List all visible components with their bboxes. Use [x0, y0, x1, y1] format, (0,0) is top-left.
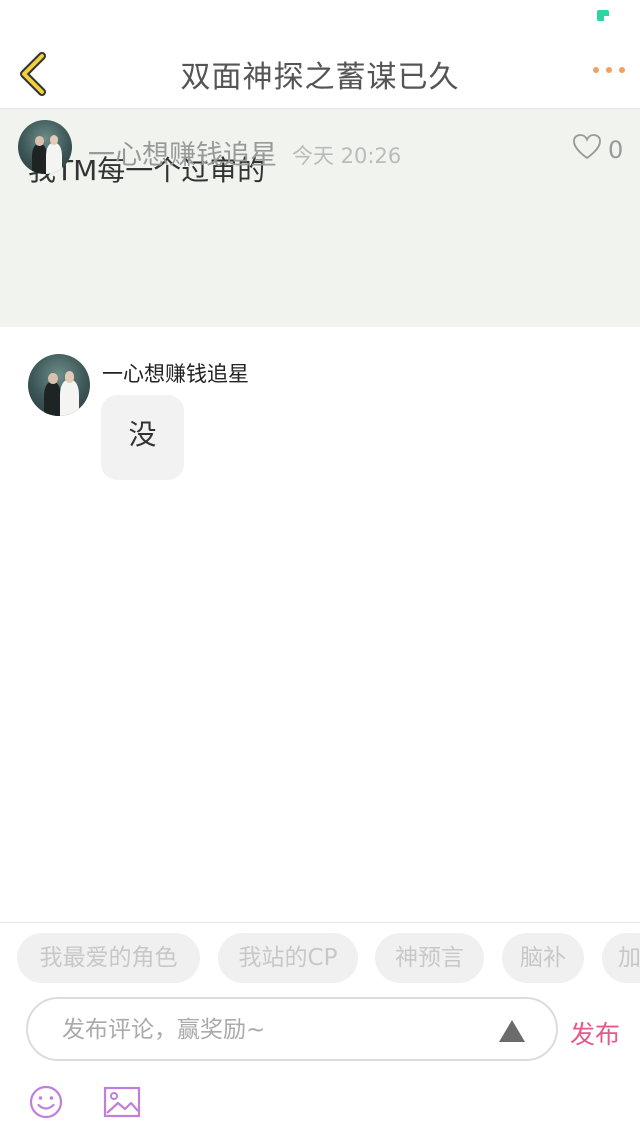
heart-icon[interactable]	[572, 133, 602, 161]
tag-chip[interactable]: 我最爱的角色	[17, 933, 200, 983]
status-indicator	[597, 10, 609, 21]
avatar[interactable]	[18, 120, 72, 174]
more-dots-icon	[593, 67, 625, 73]
tag-chip[interactable]: 脑补	[502, 933, 584, 983]
comment-author-name[interactable]: 一心想赚钱追星	[102, 358, 249, 388]
image-icon[interactable]	[103, 1086, 141, 1118]
like-count: 0	[608, 136, 624, 164]
avatar[interactable]	[28, 354, 90, 416]
divider	[0, 922, 640, 923]
comment-bubble: 没	[101, 395, 184, 480]
comment-input-box[interactable]	[26, 997, 558, 1061]
top-nav-bar: 双面神探之蓄谋已久	[0, 40, 640, 109]
publish-button[interactable]: 发布	[570, 1015, 620, 1051]
triangle-up-icon[interactable]	[498, 1019, 526, 1043]
more-button[interactable]	[590, 58, 630, 88]
post-author-name[interactable]: 一心想赚钱追星	[88, 133, 277, 172]
comment-input[interactable]	[60, 1009, 464, 1051]
tag-chip[interactable]: 加	[602, 933, 640, 983]
post-timestamp: 今天 20:26	[292, 144, 402, 168]
smiley-icon[interactable]	[28, 1084, 64, 1120]
tag-chip[interactable]: 我站的CP	[218, 933, 358, 983]
page-title: 双面神探之蓄谋已久	[180, 60, 460, 95]
quick-tags-bar: 我最爱的角色 我站的CP 神预言 脑补 加	[17, 933, 640, 983]
tag-chip[interactable]: 神预言	[375, 933, 484, 983]
